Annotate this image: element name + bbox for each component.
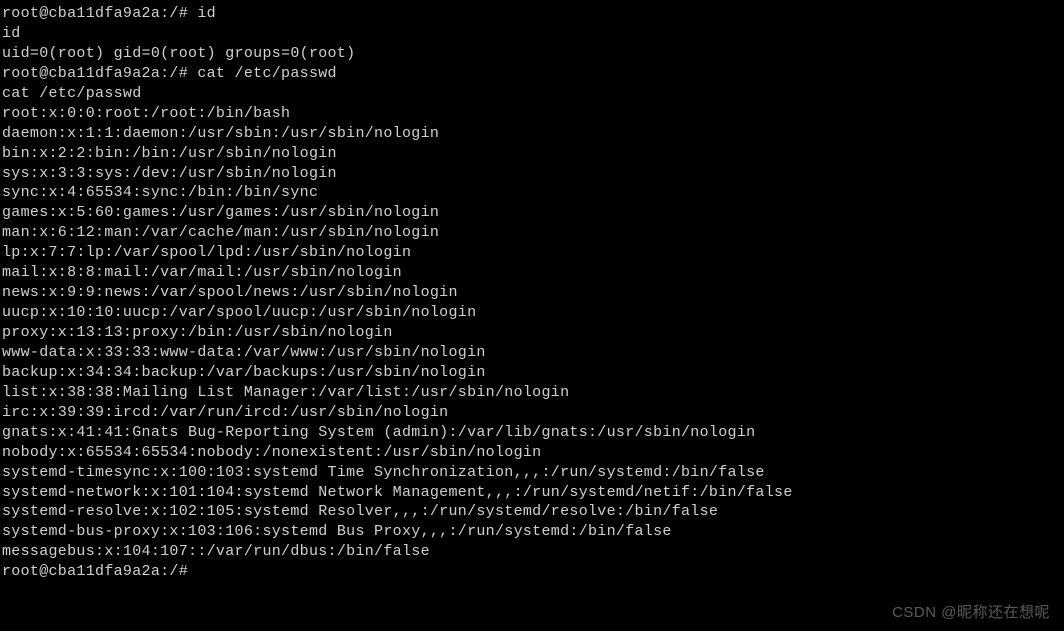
terminal-line: root@cba11dfa9a2a:/# cat /etc/passwd bbox=[2, 64, 1062, 84]
terminal-line: list:x:38:38:Mailing List Manager:/var/l… bbox=[2, 383, 1062, 403]
terminal-line: games:x:5:60:games:/usr/games:/usr/sbin/… bbox=[2, 203, 1062, 223]
terminal-line: daemon:x:1:1:daemon:/usr/sbin:/usr/sbin/… bbox=[2, 124, 1062, 144]
terminal-line: proxy:x:13:13:proxy:/bin:/usr/sbin/nolog… bbox=[2, 323, 1062, 343]
terminal-line: systemd-bus-proxy:x:103:106:systemd Bus … bbox=[2, 522, 1062, 542]
terminal-line: root@cba11dfa9a2a:/# id bbox=[2, 4, 1062, 24]
terminal-line: nobody:x:65534:65534:nobody:/nonexistent… bbox=[2, 443, 1062, 463]
terminal-line: man:x:6:12:man:/var/cache/man:/usr/sbin/… bbox=[2, 223, 1062, 243]
terminal-line: news:x:9:9:news:/var/spool/news:/usr/sbi… bbox=[2, 283, 1062, 303]
terminal-line: sync:x:4:65534:sync:/bin:/bin/sync bbox=[2, 183, 1062, 203]
terminal-line: sys:x:3:3:sys:/dev:/usr/sbin/nologin bbox=[2, 164, 1062, 184]
terminal-line: gnats:x:41:41:Gnats Bug-Reporting System… bbox=[2, 423, 1062, 443]
watermark-text: CSDN @昵称还在想呢 bbox=[892, 603, 1050, 623]
terminal-line: mail:x:8:8:mail:/var/mail:/usr/sbin/nolo… bbox=[2, 263, 1062, 283]
terminal-output[interactable]: root@cba11dfa9a2a:/# ididuid=0(root) gid… bbox=[2, 4, 1062, 582]
terminal-line: uucp:x:10:10:uucp:/var/spool/uucp:/usr/s… bbox=[2, 303, 1062, 323]
terminal-line: uid=0(root) gid=0(root) groups=0(root) bbox=[2, 44, 1062, 64]
terminal-line: root:x:0:0:root:/root:/bin/bash bbox=[2, 104, 1062, 124]
terminal-line: systemd-timesync:x:100:103:systemd Time … bbox=[2, 463, 1062, 483]
terminal-line: systemd-network:x:101:104:systemd Networ… bbox=[2, 483, 1062, 503]
terminal-line: backup:x:34:34:backup:/var/backups:/usr/… bbox=[2, 363, 1062, 383]
terminal-line: messagebus:x:104:107::/var/run/dbus:/bin… bbox=[2, 542, 1062, 562]
terminal-line: irc:x:39:39:ircd:/var/run/ircd:/usr/sbin… bbox=[2, 403, 1062, 423]
terminal-line: lp:x:7:7:lp:/var/spool/lpd:/usr/sbin/nol… bbox=[2, 243, 1062, 263]
terminal-line: bin:x:2:2:bin:/bin:/usr/sbin/nologin bbox=[2, 144, 1062, 164]
terminal-line: www-data:x:33:33:www-data:/var/www:/usr/… bbox=[2, 343, 1062, 363]
terminal-line: systemd-resolve:x:102:105:systemd Resolv… bbox=[2, 502, 1062, 522]
terminal-line: id bbox=[2, 24, 1062, 44]
terminal-line: cat /etc/passwd bbox=[2, 84, 1062, 104]
terminal-line: root@cba11dfa9a2a:/# bbox=[2, 562, 1062, 582]
